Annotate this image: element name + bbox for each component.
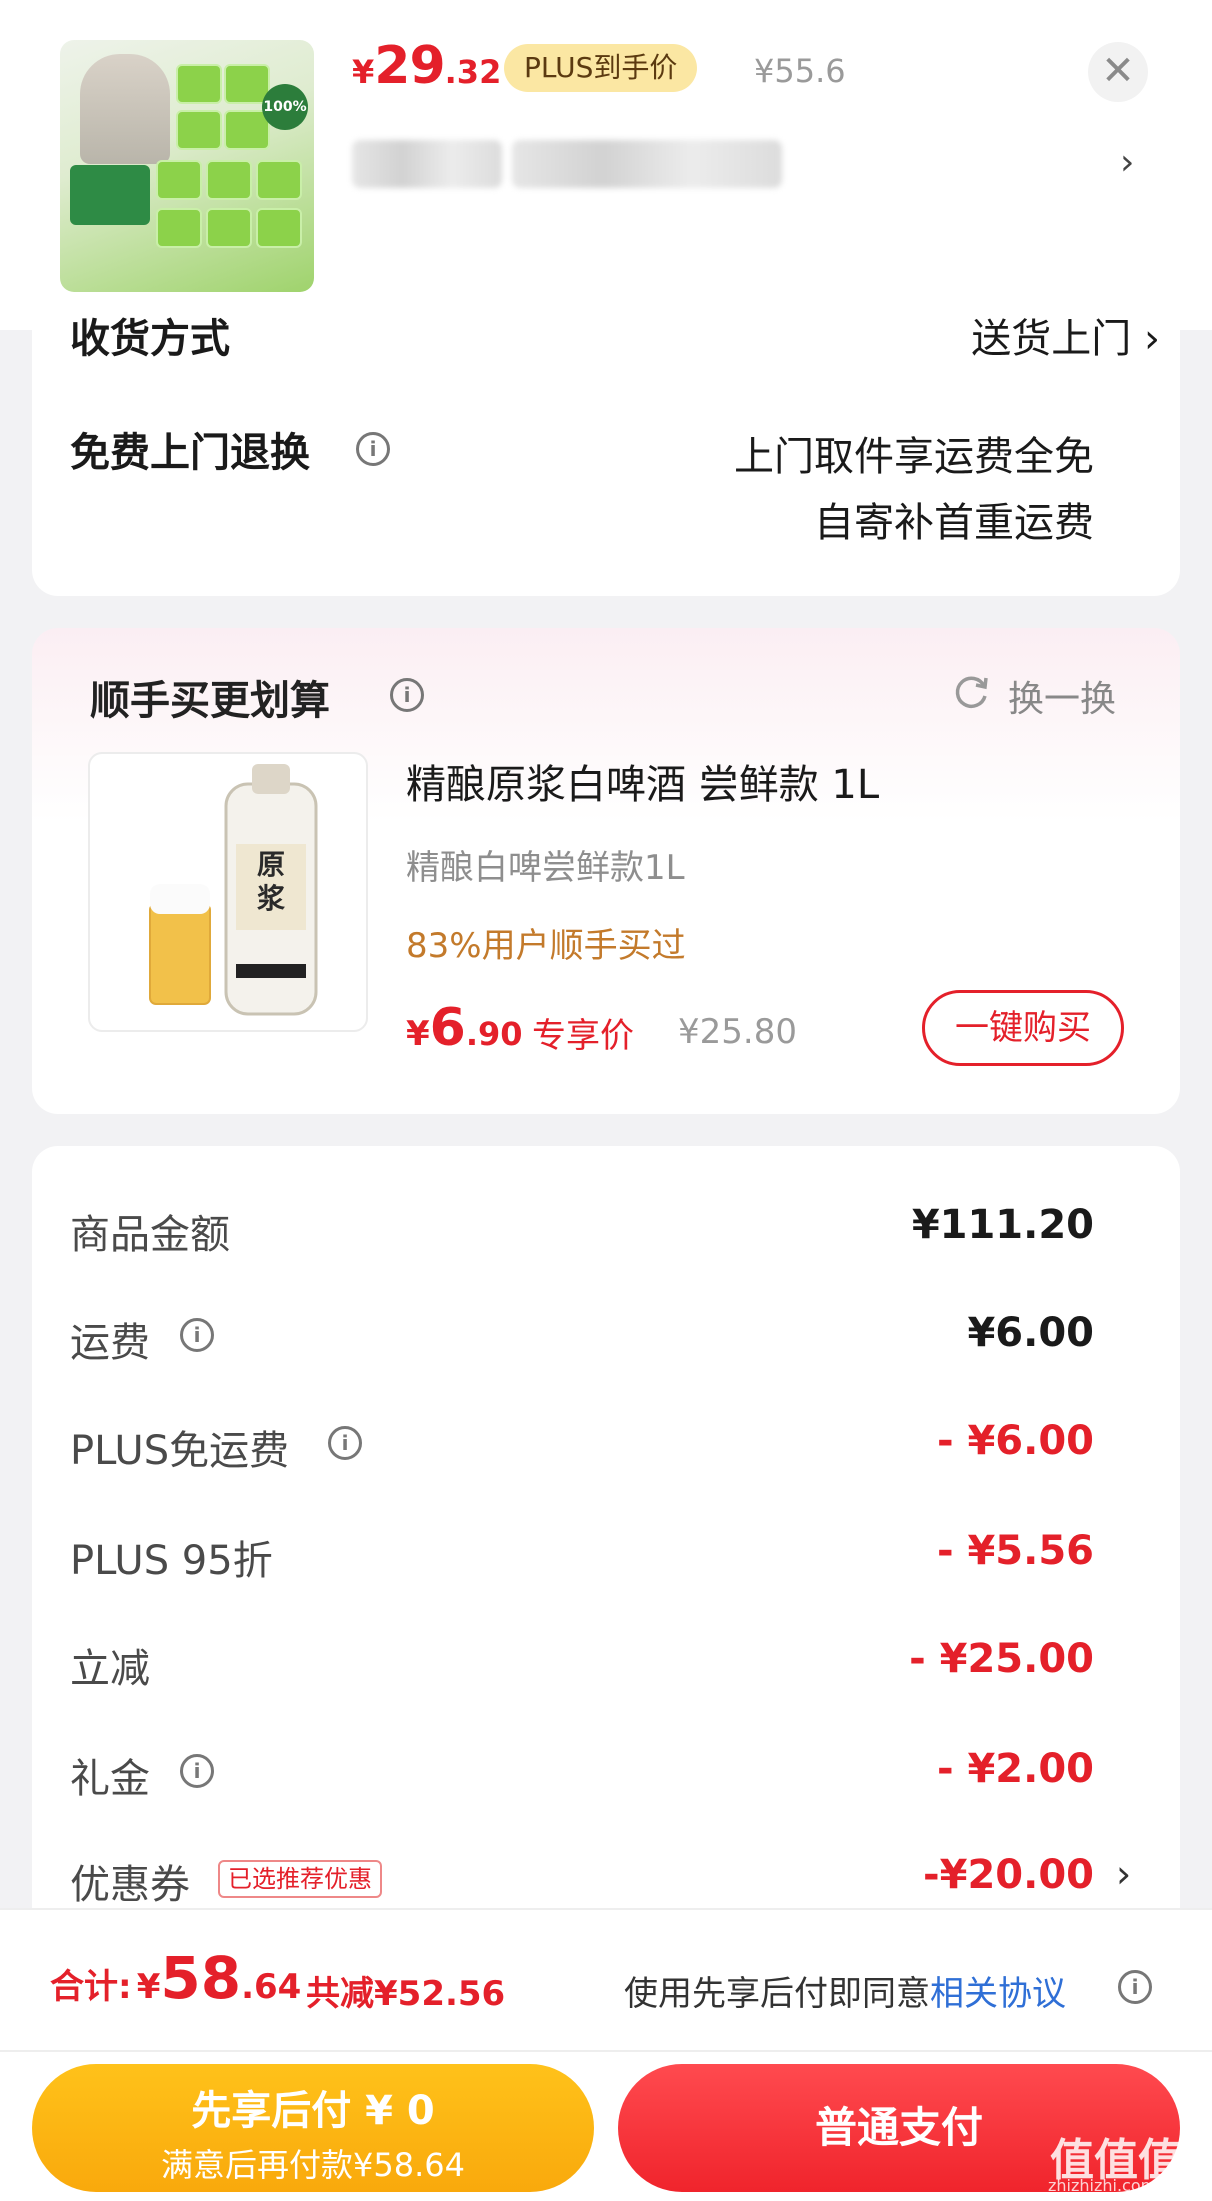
return-service-line2: 自寄补首重运费	[814, 500, 1094, 546]
chevron-right-icon[interactable]: ›	[1116, 1852, 1131, 1896]
beer-product-image[interactable]: 原 浆	[88, 752, 368, 1032]
plus-price: ¥29.32	[352, 36, 502, 96]
addon-price: ¥6.90	[406, 998, 523, 1058]
pay-later-button[interactable]: 先享后付 ¥ 0 满意后再付款¥58.64	[32, 2064, 594, 2192]
blurred-text	[352, 140, 502, 188]
exclusive-price-label: 专享价	[532, 1016, 634, 1056]
addon-original-price: ¥25.80	[678, 1012, 797, 1052]
fee-label-goods: 商品金额	[70, 1212, 230, 1258]
addon-title: 顺手买更划算	[90, 678, 330, 724]
info-icon[interactable]: i	[1118, 1970, 1152, 2004]
fee-label-coupon: 优惠券	[70, 1862, 190, 1908]
blurred-text	[512, 140, 782, 188]
fee-value-goods: ¥111.20	[911, 1202, 1094, 1248]
return-service-line1: 上门取件享运费全免	[734, 434, 1094, 480]
fee-value-instant-reduction: - ¥25.00	[909, 1636, 1094, 1682]
agreement-text: 使用先享后付即同意相关协议	[624, 1974, 1066, 2014]
fee-value-plus-free-shipping: - ¥6.00	[936, 1418, 1094, 1464]
original-price: ¥55.6	[754, 52, 846, 90]
delivery-method-value[interactable]: 送货上门 ›	[900, 306, 1160, 360]
close-icon[interactable]: ✕	[1088, 42, 1148, 102]
product-thumbnail[interactable]: 100%	[60, 40, 314, 292]
return-service-label: 免费上门退换	[70, 430, 310, 476]
agreement-link[interactable]: 相关协议	[930, 1974, 1066, 2014]
fee-label-shipping: 运费	[70, 1320, 150, 1366]
info-icon[interactable]: i	[328, 1426, 362, 1460]
fee-value-shipping: ¥6.00	[967, 1310, 1094, 1356]
divider	[0, 2050, 1212, 2052]
swap-button[interactable]: 换一换	[1008, 670, 1116, 722]
fee-label-instant-reduction: 立减	[70, 1646, 150, 1692]
fee-label-gift-money: 礼金	[70, 1756, 150, 1802]
plus-price-badge: PLUS到手价	[504, 44, 698, 92]
addon-product-subtitle: 精酿白啤尝鲜款1L	[406, 848, 685, 888]
delivery-method-label: 收货方式	[70, 316, 230, 360]
svg-text:浆: 浆	[257, 882, 286, 915]
svg-text:原: 原	[257, 848, 285, 881]
addon-purchase-stat: 83%用户顺手买过	[406, 926, 686, 966]
order-total: 合计: ¥58.64	[50, 1944, 302, 2012]
fee-label-plus-discount: PLUS 95折	[70, 1538, 273, 1584]
fee-value-gift-money: - ¥2.00	[936, 1746, 1094, 1792]
refresh-icon[interactable]	[952, 672, 992, 716]
one-click-buy-button[interactable]: 一键购买	[922, 990, 1124, 1066]
fee-label-plus-free-shipping: PLUS免运费	[70, 1428, 290, 1474]
recommended-coupon-tag: 已选推荐优惠	[218, 1860, 382, 1898]
info-icon[interactable]: i	[180, 1754, 214, 1788]
info-icon[interactable]: i	[390, 678, 424, 712]
chevron-right-icon[interactable]: ›	[1120, 142, 1134, 183]
info-icon[interactable]: i	[180, 1318, 214, 1352]
watermark-url: zhizhizhi.com	[1048, 2176, 1157, 2195]
fee-value-coupon[interactable]: -¥20.00	[800, 1852, 1094, 1898]
total-reduction: 共减¥52.56	[306, 1974, 506, 2014]
fee-value-plus-discount: - ¥5.56	[936, 1528, 1094, 1574]
info-icon[interactable]: i	[356, 432, 390, 466]
addon-product-name[interactable]: 精酿原浆白啤酒 尝鲜款 1L	[406, 752, 879, 810]
